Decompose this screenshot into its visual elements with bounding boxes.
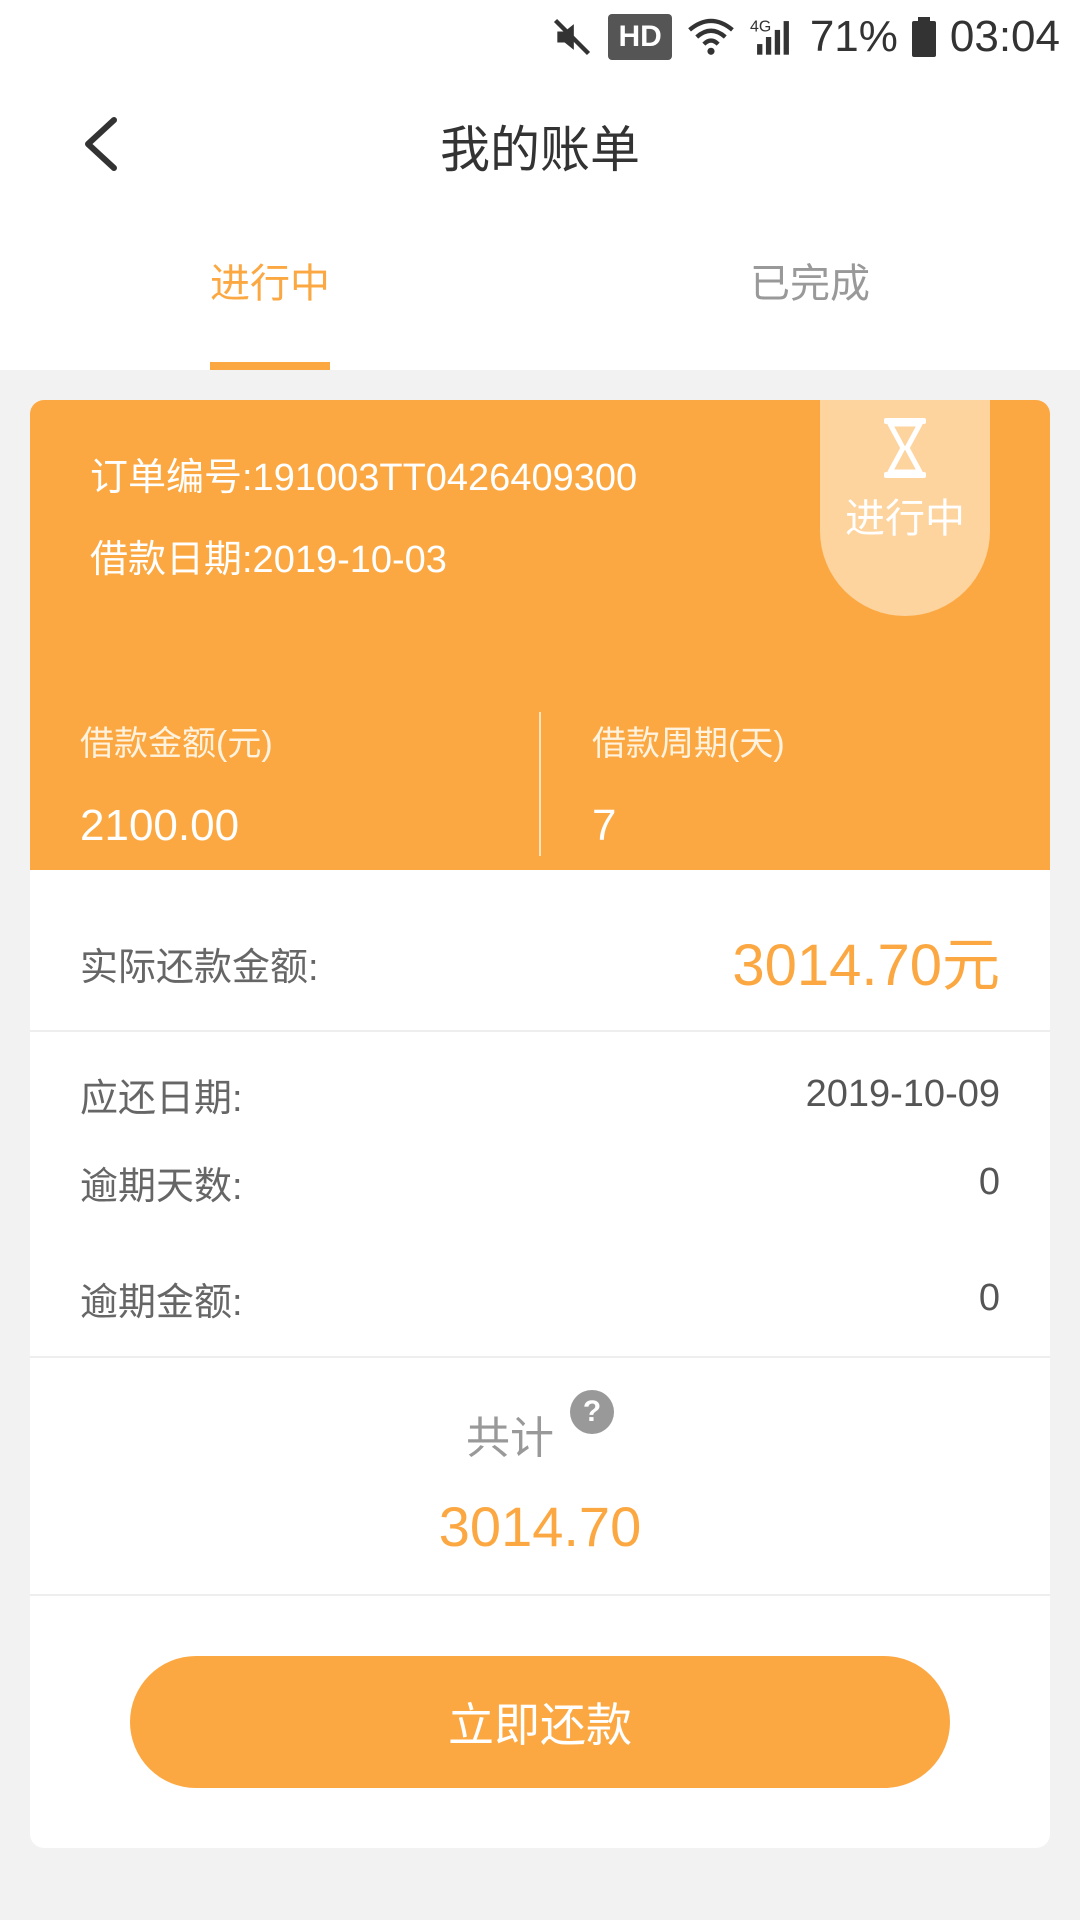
tab-indicator [210,362,330,370]
total-value: 3014.70 [438,1495,642,1558]
battery-percent: 71% [809,12,898,61]
loan-period-value: 7 [592,801,617,850]
actual-repayment-value: 3014.70元 [732,933,1000,998]
overdue-days-row: 逾期天数: 0 [80,1152,1000,1212]
detail-list: 应还日期: 2019-10-09 逾期天数: 0 逾期金额: 0 [30,1032,1050,1358]
battery-icon [911,17,936,57]
overdue-days-label: 逾期天数: [80,1165,243,1208]
bill-card: 订单编号:191003TT0426409300 借款日期:2019-10-03 … [30,400,1050,1848]
bill-card-header: 订单编号:191003TT0426409300 借款日期:2019-10-03 … [30,400,1050,870]
overdue-amount-row: 逾期金额: 0 [80,1268,1000,1328]
overdue-days-value: 0 [978,1160,1000,1203]
page-title: 我的账单 [440,122,640,178]
due-date-row: 应还日期: 2019-10-09 [80,1064,1000,1124]
header: 我的账单 [0,74,1080,214]
actual-repayment-row: 实际还款金额: 3014.70元 [30,880,1050,1032]
tab-completed[interactable]: 已完成 [540,214,1080,370]
loan-period-block: 借款周期(天) 7 [540,716,1050,851]
mute-icon [554,18,591,56]
overdue-amount-label: 逾期金额: [80,1281,243,1324]
loan-period-label: 借款周期(天) [592,725,785,763]
tab-in-progress[interactable]: 进行中 [0,214,540,370]
total-label: 共计 [466,1414,554,1463]
hourglass-icon [884,418,926,478]
status-bar: HD 4G 71% 03:04 [0,0,1080,74]
total-label-group: 共计 ? [30,1390,1050,1466]
clock: 03:04 [949,12,1060,61]
loan-amount-label: 借款金额(元) [80,725,273,763]
tab-bar: 进行中 已完成 [0,214,1080,370]
loan-amount-block: 借款金额(元) 2100.00 [30,716,540,851]
loan-date: 借款日期:2019-10-03 [90,539,447,581]
due-date-label: 应还日期: [80,1077,243,1120]
network-label: 4G [750,19,771,36]
due-date-value: 2019-10-09 [805,1072,1000,1115]
hd-badge: HD [608,14,672,60]
tab-label: 已完成 [750,262,870,306]
total-section: 共计 ? 3014.70 [30,1358,1050,1596]
status-badge: 进行中 [820,400,990,616]
signal-icon: 4G [750,19,789,55]
overdue-amount-value: 0 [978,1276,1000,1319]
loan-amount-value: 2100.00 [80,801,240,850]
tab-label: 进行中 [210,262,330,306]
order-number: 订单编号:191003TT0426409300 [90,457,638,499]
scalloped-edge [30,860,1050,870]
help-icon[interactable]: ? [570,1390,614,1434]
repay-now-button[interactable]: 立即还款 [130,1656,950,1788]
status-badge-label: 进行中 [845,497,965,541]
actual-repayment-label: 实际还款金额: [80,947,319,989]
wifi-icon [688,18,734,55]
